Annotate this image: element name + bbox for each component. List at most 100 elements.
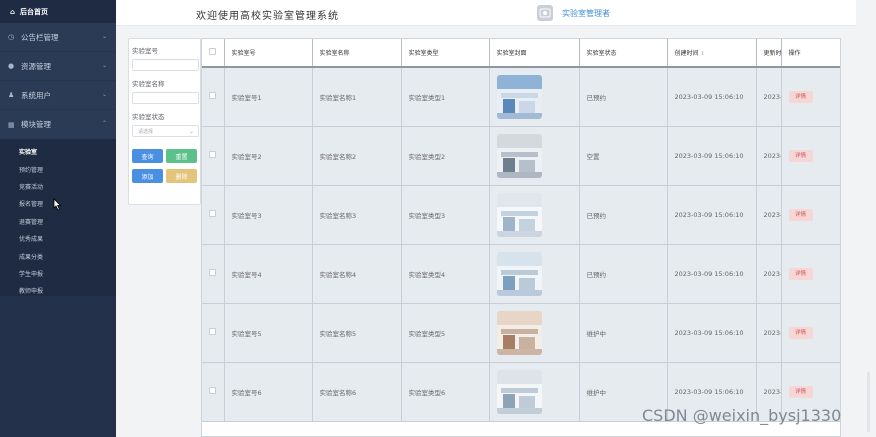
sidebar-menu-modules[interactable]: ▦ 模块管理 ⌃ [0,110,116,139]
column-header[interactable]: 实验室类型 [401,39,490,68]
sidebar-item-achievement-category[interactable]: 成果分类 [0,247,116,264]
lab-cover-image[interactable] [496,369,542,414]
search-actions-row-2: 添加 删除 [132,169,197,183]
sidebar-menu-notice[interactable]: ◷ 公告栏管理 ⌄ [0,23,116,52]
clock-icon: ◷ [8,33,15,41]
cell-lab-no: 实验室号6 [224,362,313,422]
cell-lab-no: 实验室号2 [224,126,313,186]
column-header-sortable[interactable]: 创建时间 ⇕ [667,39,757,68]
sidebar-item-label: 预约管理 [19,166,44,174]
chevron-down-icon: ⌄ [101,62,107,69]
cell-created-time: 2023-03-09 15:06:10 [667,244,757,304]
sidebar-item-student-apply[interactable]: 学生申报 [0,265,116,282]
lab-cover-image[interactable] [496,192,542,237]
cell-actions: 详情 [781,126,840,186]
lab-name-input[interactable] [132,92,199,104]
detail-button[interactable]: 详情 [788,208,813,221]
cell-lab-name: 实验室名称1 [312,67,402,127]
column-header[interactable]: 实验室名称 [312,39,402,68]
cell-lab-cover [489,67,580,127]
lab-no-input[interactable] [132,59,199,71]
detail-button[interactable]: 详情 [788,385,813,398]
lab-status-select[interactable]: 请选择 ⌄ [132,125,199,137]
sidebar-menu-label: 公告栏管理 [21,32,59,42]
mouse-cursor-icon [53,198,62,211]
lab-status-label: 实验室状态 [132,113,165,121]
sidebar-item-label: 报名管理 [19,201,44,209]
avatar[interactable] [537,5,553,21]
cell-lab-type: 实验室类型5 [401,303,490,363]
table-header-row: 实验室号 实验室名称 实验室类型 实验室封面 实验室状态 创建时间⇕ 更新时间 … [202,39,840,68]
sidebar-empty-area [0,296,116,437]
row-checkbox[interactable] [209,210,216,217]
table-row: 实验室号3 实验室名称3 实验室类型3 已预约 2023-03-09 15:06:10 2… [202,185,840,245]
sidebar-menu-resource[interactable]: ● 资源管理 ⌄ [0,52,116,81]
sidebar-item-competition[interactable]: 竞赛活动 [0,178,116,195]
column-header[interactable]: 更新时间 [756,39,782,68]
sidebar-item-label: 实验室 [19,149,38,157]
detail-button[interactable]: 详情 [788,267,813,280]
page-scrollbar-thumb[interactable] [867,372,870,432]
sidebar-item-label: 竞赛活动 [19,183,44,191]
user-icon: ♟ [8,91,15,99]
delete-button[interactable]: 删除 [166,169,197,183]
cell-created-time: 2023-03-09 15:06:10 [667,303,757,363]
cell-lab-no: 实验室号3 [224,185,313,245]
row-checkbox[interactable] [209,92,216,100]
table-row: 实验室号1 实验室名称1 实验室类型1 已预约 2023-03-09 15:06:10 2… [202,67,840,127]
page-scrollbar-track [856,0,876,437]
row-checkbox[interactable] [209,387,216,394]
sidebar-item-withdraw[interactable]: 退赛管理 [0,213,116,230]
cell-lab-type: 实验室类型4 [401,244,490,304]
cell-lab-type: 实验室类型1 [401,67,490,127]
watermark: CSDN @weixin_bysj1330 [642,406,842,425]
column-header[interactable]: 实验室状态 [579,39,668,68]
cell-actions: 详情 [781,67,840,127]
current-user-name[interactable]: 实验室管理者 [562,8,610,19]
home-icon: ⌂ [10,7,16,16]
cell-lab-name: 实验室名称6 [312,362,402,422]
sidebar-item-label: 退赛管理 [19,218,44,226]
select-all-checkbox[interactable] [209,48,216,55]
cell-lab-status: 已预约 [579,67,668,127]
sidebar-menu-label: 系统用户 [21,90,51,100]
sidebar-home[interactable]: ⌂ 后台首页 [0,0,116,23]
detail-button[interactable]: 详情 [788,90,813,103]
detail-button[interactable]: 详情 [788,326,813,339]
lab-cover-image[interactable] [496,74,542,119]
add-button[interactable]: 添加 [132,169,163,183]
search-panel: 实验室号 实验室名称 实验室状态 请选择 ⌄ 查询 重置 添加 删除 [128,38,201,205]
top-header: 欢迎使用高校实验室管理系统 实验室管理者 [116,0,856,26]
row-checkbox[interactable] [209,328,216,335]
table-body: 实验室号1 实验室名称1 实验室类型1 已预约 2023-03-09 15:06:10 2… [202,67,840,422]
cell-lab-type: 实验室类型3 [401,185,490,245]
sidebar-menu-label: 资源管理 [21,61,51,71]
chevron-down-icon: ⌄ [101,33,107,40]
sidebar-item-lab[interactable]: 实验室 [0,143,116,160]
chevron-up-icon: ⌃ [101,120,107,127]
lab-table: 实验室号 实验室名称 实验室类型 实验室封面 实验室状态 创建时间⇕ 更新时间 … [201,38,841,437]
lab-cover-image[interactable] [496,133,542,178]
sidebar-item-reservation[interactable]: 预约管理 [0,160,116,177]
lab-cover-image[interactable] [496,251,542,296]
cell-lab-type: 实验室类型6 [401,362,490,422]
table-row: 实验室号2 实验室名称2 实验室类型2 空置 2023-03-09 15:06:10 20… [202,126,840,186]
search-actions-row-1: 查询 重置 [132,149,197,163]
query-button[interactable]: 查询 [132,149,163,163]
cell-updated-time: 2023- [756,185,782,245]
column-header[interactable]: 实验室封面 [489,39,580,68]
row-checkbox[interactable] [209,151,216,158]
cell-lab-status: 空置 [579,126,668,186]
detail-button[interactable]: 详情 [788,149,813,162]
cell-lab-cover [489,185,580,245]
row-checkbox[interactable] [209,269,216,276]
sort-icon[interactable]: ⇕ [701,51,705,57]
cell-updated-time: 2023- [756,244,782,304]
reset-button[interactable]: 重置 [166,149,197,163]
column-header[interactable]: 实验室号 [224,39,313,68]
lab-cover-image[interactable] [496,310,542,355]
row-select-cell [202,362,225,422]
sidebar-menu-users[interactable]: ♟ 系统用户 ⌄ [0,81,116,110]
sidebar-item-achievements[interactable]: 优秀成果 [0,230,116,247]
sidebar-home-label: 后台首页 [20,7,49,16]
